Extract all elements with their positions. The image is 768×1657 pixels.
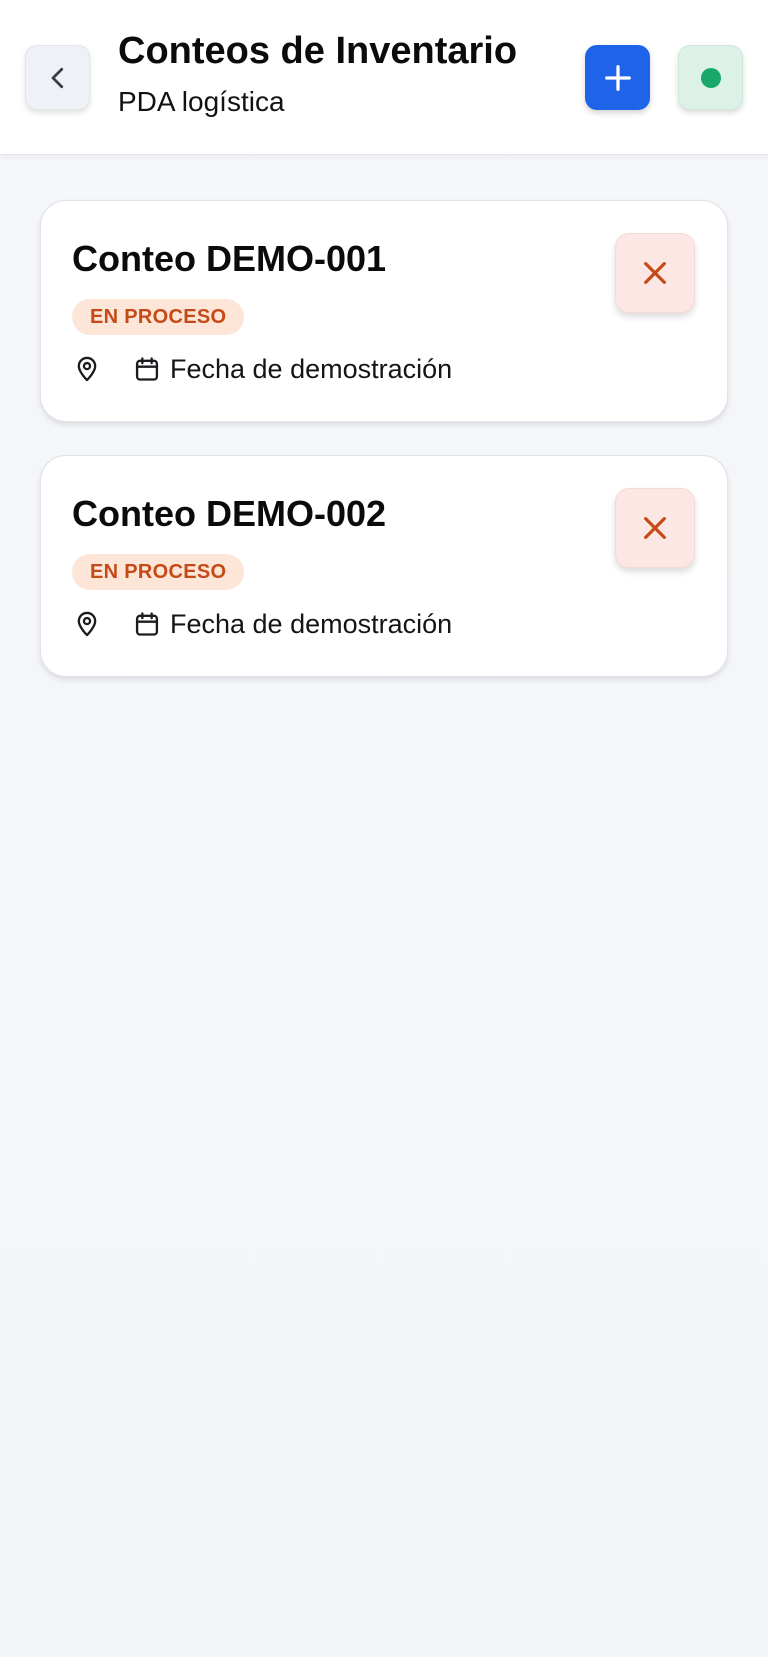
map-pin-icon	[72, 609, 102, 639]
page: Conteos de Inventario PDA logística Cont…	[0, 0, 768, 1657]
back-button[interactable]	[25, 45, 90, 110]
count-card[interactable]: Conteo DEMO-001 EN PROCESO Fecha de demo…	[40, 200, 728, 422]
chevron-left-icon	[51, 67, 63, 88]
count-card[interactable]: Conteo DEMO-002 EN PROCESO Fecha de demo…	[40, 455, 728, 677]
add-count-button[interactable]	[585, 45, 650, 110]
plus-icon	[604, 64, 631, 91]
calendar-icon	[132, 609, 162, 639]
count-meta: Fecha de demostración	[72, 606, 452, 642]
delete-count-button[interactable]	[615, 488, 695, 568]
calendar-icon	[132, 354, 162, 384]
close-icon	[644, 262, 666, 284]
status-dot-icon	[700, 67, 721, 88]
count-meta: Fecha de demostración	[72, 351, 452, 387]
count-date: Fecha de demostración	[170, 608, 453, 639]
status-badge: EN PROCESO	[72, 554, 245, 590]
page-title: Conteos de Inventario	[118, 30, 518, 72]
delete-count-button[interactable]	[615, 233, 695, 313]
connection-status-button[interactable]	[678, 45, 743, 110]
count-title: Conteo DEMO-001	[72, 238, 387, 279]
count-date: Fecha de demostración	[170, 353, 453, 384]
count-title: Conteo DEMO-002	[72, 493, 387, 534]
status-badge: EN PROCESO	[72, 299, 245, 335]
page-subtitle: PDA logística	[118, 86, 285, 117]
map-pin-icon	[72, 354, 102, 384]
app-header: Conteos de Inventario PDA logística	[0, 0, 768, 155]
close-icon	[644, 517, 666, 539]
